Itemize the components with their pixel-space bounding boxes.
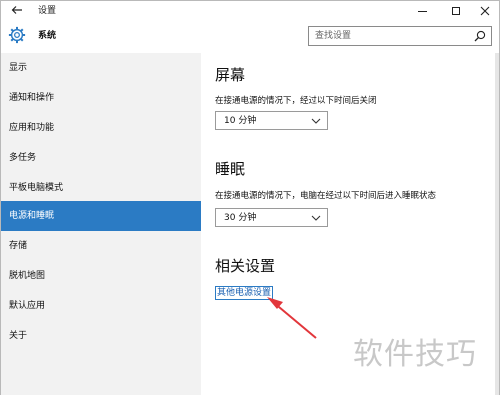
sidebar-item-apps[interactable]: 应用和功能 — [1, 113, 201, 143]
sidebar: 显示 通知和操作 应用和功能 多任务 平板电脑模式 电源和睡眠 存储 脱机地图 … — [1, 53, 201, 395]
close-icon — [480, 6, 490, 16]
screen-timeout-value: 10 分钟 — [224, 116, 257, 126]
minimize-icon — [417, 10, 427, 12]
search-icon[interactable] — [474, 30, 486, 42]
search-input[interactable]: 查找设置 — [308, 26, 492, 46]
watermark: 软件技巧 — [353, 337, 477, 372]
close-button[interactable] — [468, 1, 500, 21]
minimize-button[interactable] — [405, 1, 439, 21]
settings-window: 设置 系统 查找设置 显示 通知和操作 应用和功能 多任务 平板电脑模式 电源和… — [0, 0, 500, 395]
gear-icon — [8, 26, 26, 44]
header-row: 系统 查找设置 — [1, 21, 499, 53]
maximize-icon — [452, 7, 460, 15]
chevron-down-icon — [311, 215, 321, 221]
back-arrow-icon[interactable] — [10, 3, 24, 17]
screen-heading: 屏幕 — [215, 66, 246, 84]
sidebar-item-about[interactable]: 关于 — [1, 321, 201, 351]
section-title: 系统 — [38, 31, 57, 41]
title-bar: 设置 — [1, 1, 499, 21]
sidebar-item-tablet-mode[interactable]: 平板电脑模式 — [1, 173, 201, 203]
sidebar-item-default-apps[interactable]: 默认应用 — [1, 291, 201, 321]
sidebar-item-offline-maps[interactable]: 脱机地图 — [1, 261, 201, 291]
additional-power-settings-link[interactable]: 其他电源设置 — [215, 286, 274, 300]
sidebar-item-display[interactable]: 显示 — [1, 53, 201, 83]
sleep-heading: 睡眠 — [215, 160, 246, 178]
app-title: 设置 — [38, 6, 57, 16]
related-settings-heading: 相关设置 — [215, 257, 276, 275]
screen-description: 在接通电源的情况下，经过以下时间后关闭 — [215, 96, 377, 106]
sleep-timeout-value: 30 分钟 — [224, 213, 257, 223]
sidebar-item-notifications[interactable]: 通知和操作 — [1, 83, 201, 113]
search-placeholder: 查找设置 — [315, 31, 352, 41]
sleep-timeout-select[interactable]: 30 分钟 — [215, 208, 328, 227]
scrollbar-track[interactable] — [495, 53, 499, 395]
chevron-down-icon — [311, 118, 321, 124]
sidebar-item-multitasking[interactable]: 多任务 — [1, 143, 201, 173]
sleep-description: 在接通电源的情况下，电脑在经过以下时间后进入睡眠状态 — [215, 191, 437, 201]
screen-timeout-select[interactable]: 10 分钟 — [215, 111, 328, 130]
sidebar-item-power-sleep[interactable]: 电源和睡眠 — [1, 201, 201, 231]
sidebar-item-storage[interactable]: 存储 — [1, 231, 201, 261]
